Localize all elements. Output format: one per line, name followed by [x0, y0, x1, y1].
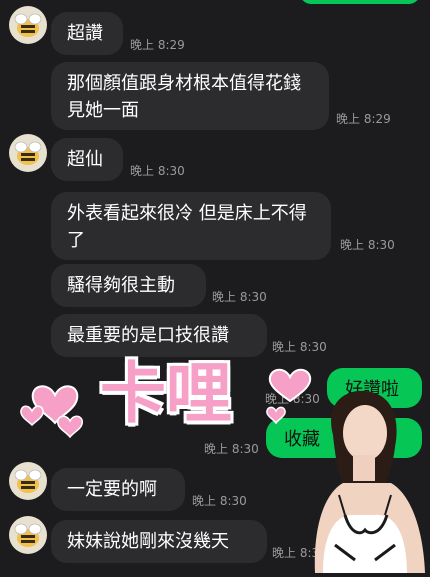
avatar[interactable] [9, 6, 47, 44]
sticker-text: 卡哩 [100, 355, 232, 432]
message-time: 晚上 8:29 [130, 38, 185, 52]
bee-avatar-icon [14, 13, 42, 37]
girl-photo-image [314, 390, 425, 573]
message-bubble[interactable]: 妹妹說她剛來沒幾天 [51, 520, 267, 563]
message-time: 晚上 8:30 [212, 290, 267, 304]
bee-avatar-icon [14, 141, 42, 165]
message-bubble[interactable]: 那個顏值跟身材根本值得花錢見她一面 [51, 62, 329, 130]
bee-avatar-icon [14, 469, 42, 493]
message-time: 晚上 8:30 [130, 164, 185, 178]
message-time: 晚上 8:29 [336, 112, 391, 126]
message-text: 一定要的啊 [67, 479, 157, 500]
message-bubble[interactable]: 超仙 [51, 138, 123, 181]
message-bubble[interactable]: 一定要的啊 [51, 468, 185, 511]
message-text: 那個顏值跟身材根本值得花錢見她一面 [67, 73, 301, 121]
message-bubble[interactable]: 外表看起來很冷 但是床上不得了 [51, 192, 331, 260]
message-time: 晚上 8:30 [340, 238, 395, 252]
message-text: 妹妹說她剛來沒幾天 [67, 531, 229, 552]
avatar[interactable] [9, 462, 47, 500]
photo-sticker[interactable] [295, 385, 430, 573]
avatar[interactable] [9, 516, 47, 554]
avatar[interactable] [9, 134, 47, 172]
bee-avatar-icon [14, 523, 42, 547]
message-time: 晚上 8:30 [192, 494, 247, 508]
message-text: 外表看起來很冷 但是床上不得了 [67, 203, 307, 251]
sticker[interactable]: 卡哩 [18, 345, 318, 450]
message-text: 最重要的是口技很讚 [67, 325, 229, 346]
message-bubble[interactable]: 超讚 [51, 12, 123, 55]
message-text: 超讚 [67, 23, 103, 44]
previous-outgoing-bubble [300, 0, 420, 4]
message-bubble[interactable]: 騷得夠很主動 [51, 264, 206, 307]
message-text: 超仙 [67, 149, 103, 170]
message-text: 騷得夠很主動 [67, 275, 175, 296]
